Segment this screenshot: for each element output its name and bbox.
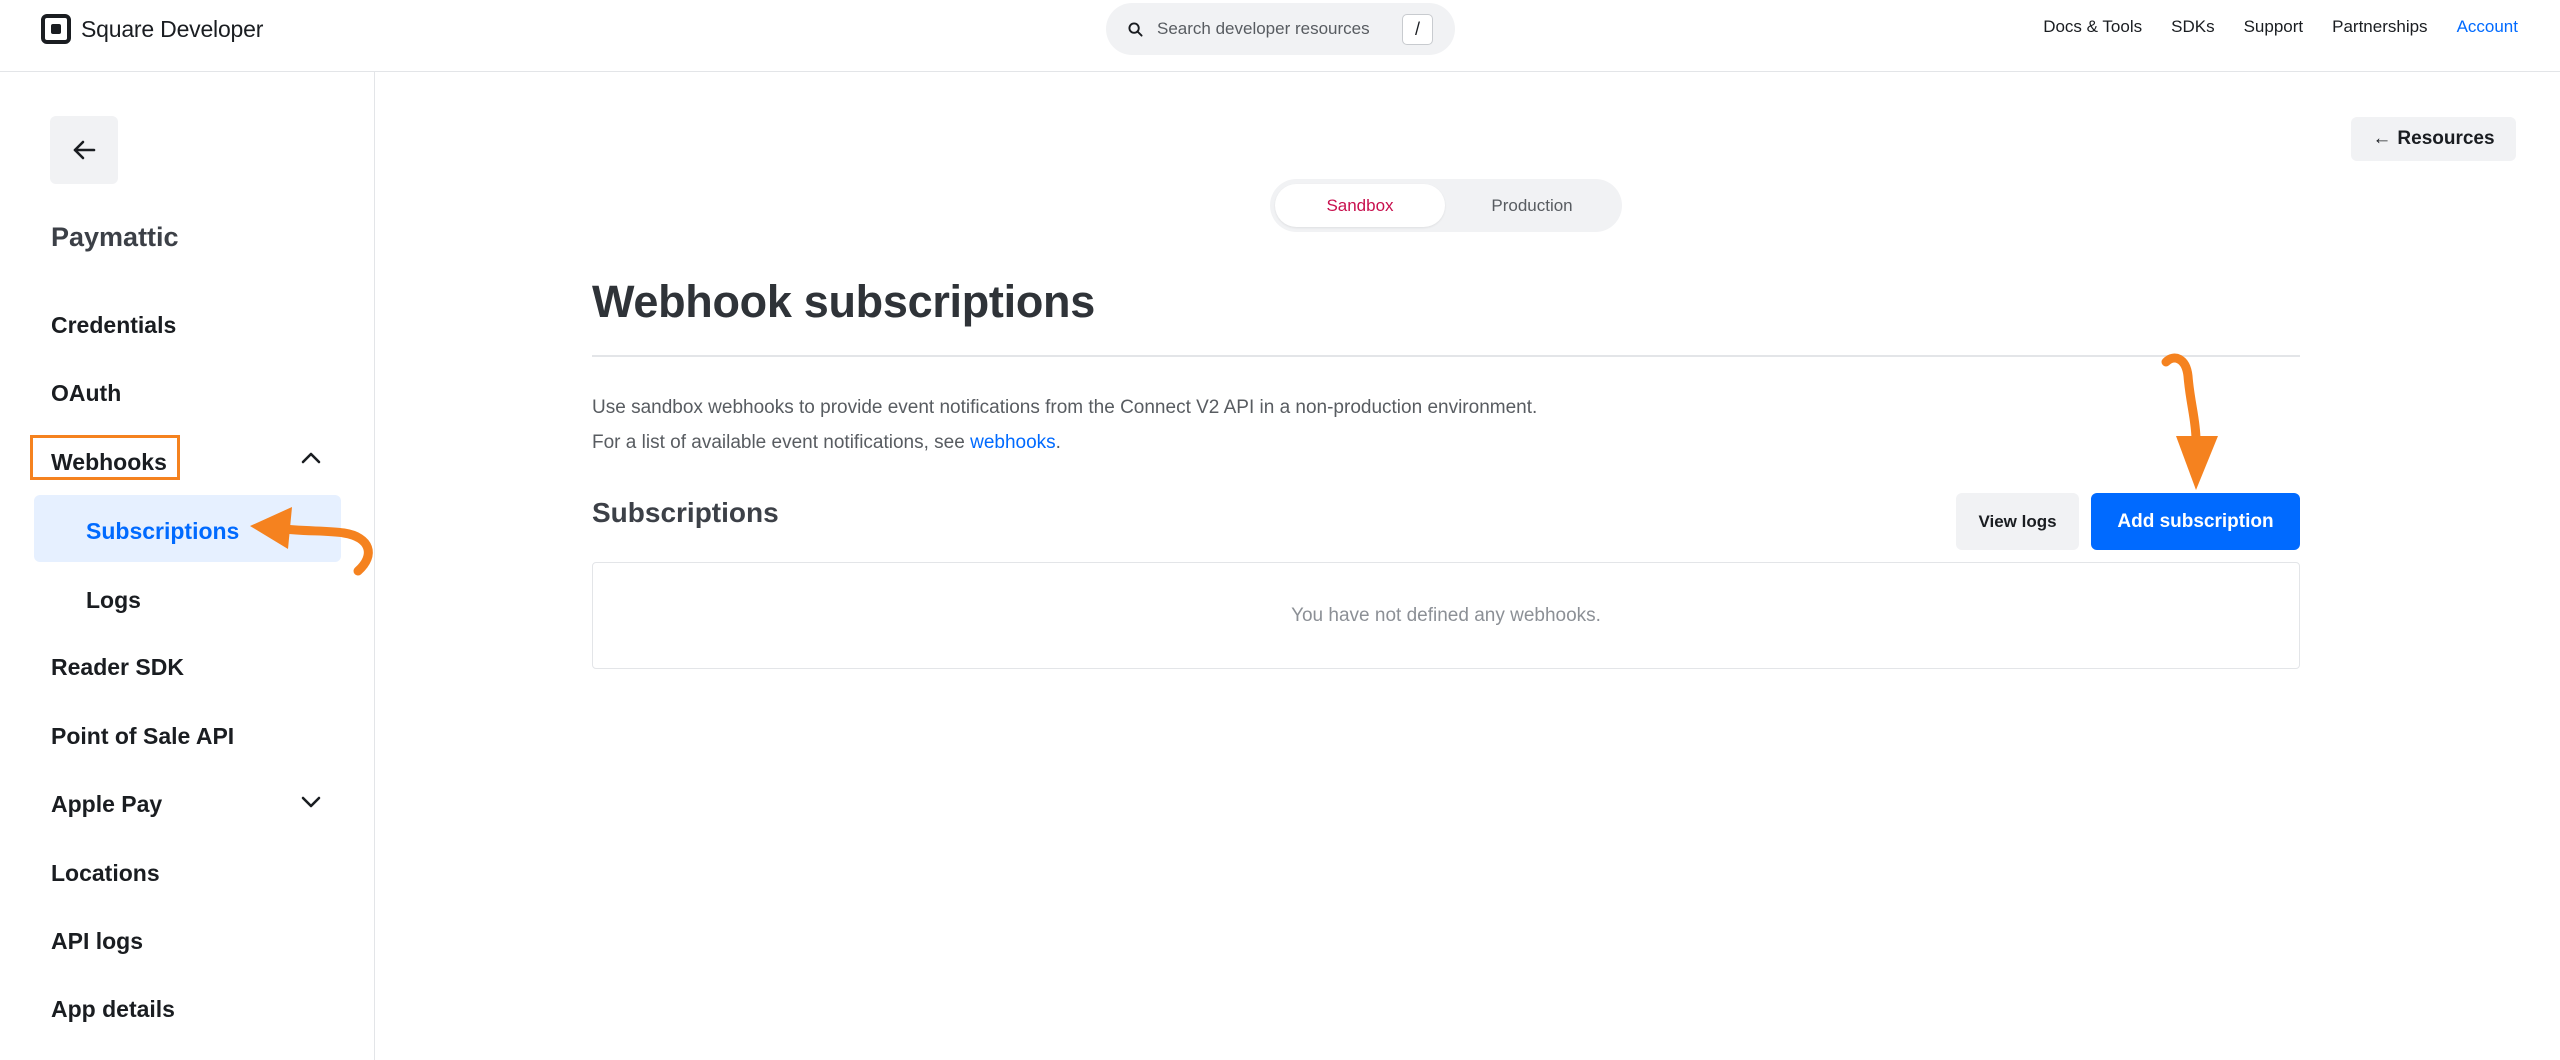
brand-name: Square Developer (81, 15, 264, 42)
search-bar[interactable]: / (1106, 3, 1455, 55)
sidebar-item-credentials[interactable]: Credentials (51, 311, 176, 339)
sidebar-item-point-of-sale-api[interactable]: Point of Sale API (51, 722, 234, 750)
arrow-left-icon (73, 140, 96, 160)
chevron-down-icon[interactable] (300, 795, 322, 809)
top-bar: Square Developer / Docs & Tools SDKs Sup… (0, 0, 2560, 72)
sidebar-item-app-details[interactable]: App details (51, 995, 175, 1023)
square-developer-logo[interactable]: Square Developer (41, 14, 263, 44)
webhooks-empty-state: You have not defined any webhooks. (592, 562, 2300, 669)
nav-sdks[interactable]: SDKs (2171, 17, 2214, 37)
sidebar-item-api-logs[interactable]: API logs (51, 927, 143, 955)
nav-docs-tools[interactable]: Docs & Tools (2043, 17, 2142, 37)
sidebar-item-locations[interactable]: Locations (51, 859, 160, 887)
top-nav: Docs & Tools SDKs Support Partnerships A… (2043, 17, 2518, 37)
annotation-arrow-add-subscription (2161, 353, 2218, 490)
resources-label: Resources (2397, 128, 2495, 149)
search-icon (1128, 21, 1143, 37)
sidebar-item-subscriptions[interactable]: Subscriptions (86, 517, 239, 545)
title-divider (592, 355, 2300, 357)
env-option-sandbox[interactable]: Sandbox (1275, 184, 1445, 227)
annotation-arrow-subscriptions (250, 507, 373, 576)
nav-support[interactable]: Support (2244, 17, 2304, 37)
nav-account[interactable]: Account (2457, 17, 2518, 37)
page-description: Use sandbox webhooks to provide event no… (592, 390, 1552, 460)
description-text: Use sandbox webhooks to provide event no… (592, 397, 1538, 453)
square-logo-icon (41, 14, 71, 44)
chevron-up-icon[interactable] (300, 451, 322, 465)
app-name: Paymattic (51, 222, 179, 252)
sidebar-item-webhooks[interactable]: Webhooks (51, 448, 167, 476)
sidebar-item-apple-pay[interactable]: Apple Pay (51, 790, 162, 818)
sidebar-item-reader-sdk[interactable]: Reader SDK (51, 653, 184, 681)
env-option-production[interactable]: Production (1447, 184, 1617, 227)
resources-button[interactable]: ← Resources (2351, 117, 2516, 161)
description-end: . (1055, 432, 1061, 453)
environment-toggle: Sandbox Production (1270, 179, 1622, 232)
sidebar-item-logs[interactable]: Logs (86, 586, 141, 614)
search-input[interactable] (1155, 18, 1389, 40)
sidebar-item-oauth[interactable]: OAuth (51, 379, 121, 407)
empty-state-message: You have not defined any webhooks. (1291, 604, 1601, 626)
webhooks-link[interactable]: webhooks (970, 432, 1056, 453)
view-logs-button[interactable]: View logs (1956, 493, 2079, 550)
back-button[interactable] (50, 116, 118, 184)
arrow-left-icon: ← (2372, 128, 2392, 149)
nav-partnerships[interactable]: Partnerships (2332, 17, 2427, 37)
add-subscription-button[interactable]: Add subscription (2091, 493, 2300, 550)
subscriptions-heading: Subscriptions (592, 497, 779, 528)
search-shortcut-key: / (1402, 14, 1433, 45)
page-title: Webhook subscriptions (592, 276, 1095, 327)
